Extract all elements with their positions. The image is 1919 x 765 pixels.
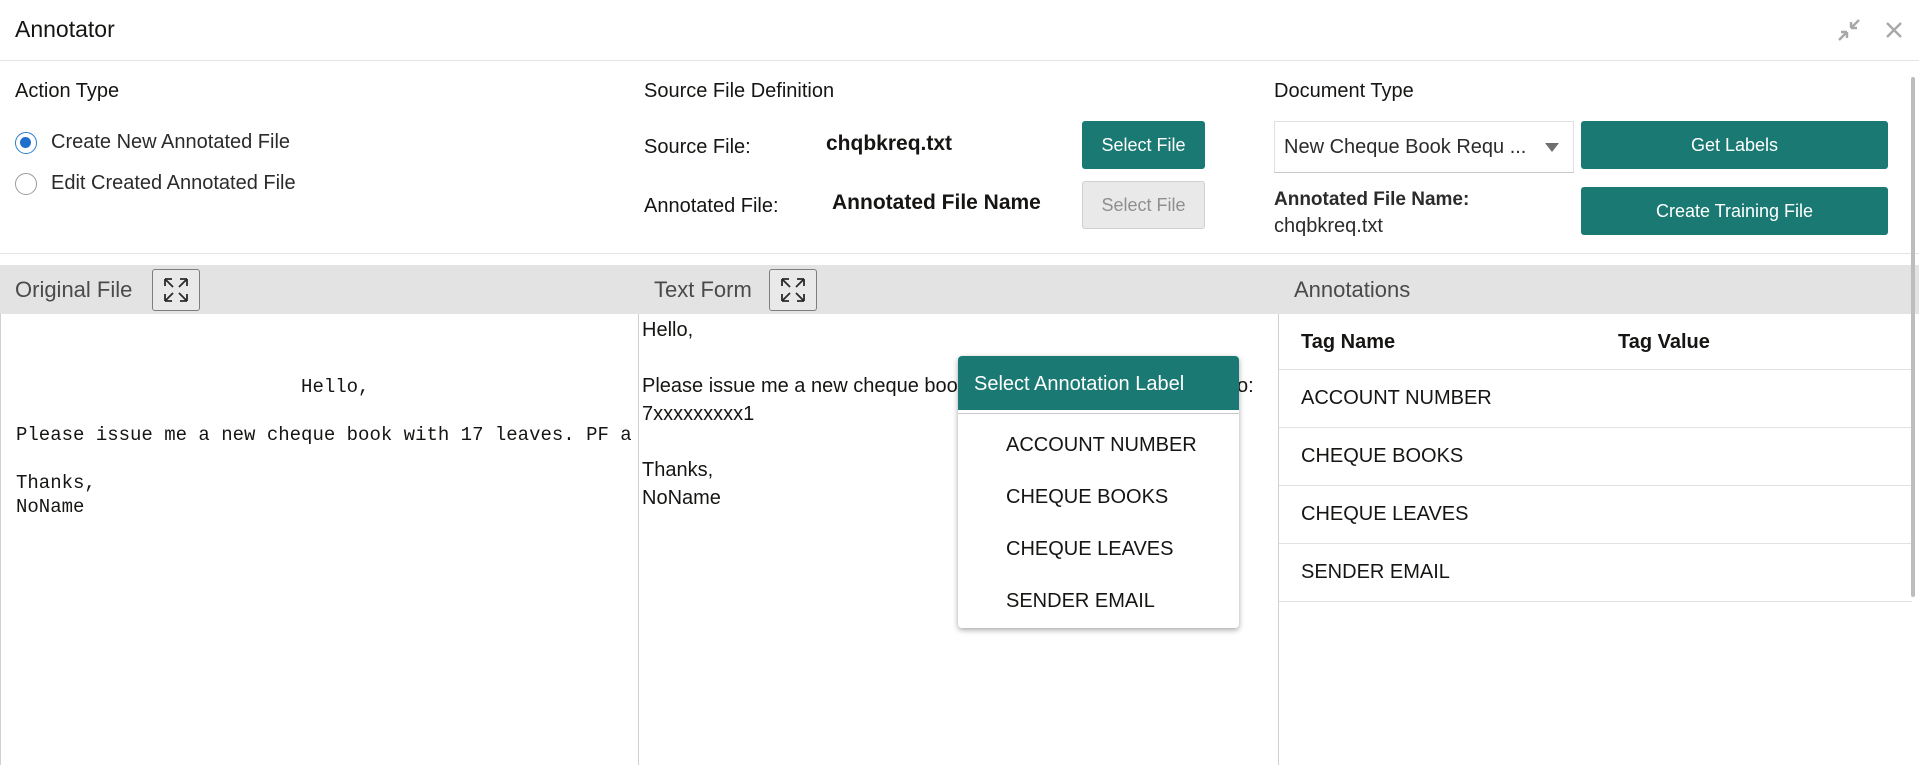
document-type-title: Document Type xyxy=(1274,80,1414,102)
text-line: NoName xyxy=(642,487,721,509)
radio-label-edit-created: Edit Created Annotated File xyxy=(51,172,296,194)
annotated-file-label: Annotated File: xyxy=(644,195,779,217)
original-line: Thanks, xyxy=(16,472,96,494)
radio-create-new[interactable]: Create New Annotated File xyxy=(15,131,290,154)
tag-name-cell: SENDER EMAIL xyxy=(1301,561,1450,583)
expand-original-button[interactable] xyxy=(152,269,200,311)
action-type-title: Action Type xyxy=(15,80,120,102)
window-title: Annotator xyxy=(15,16,115,42)
table-row[interactable]: ACCOUNT NUMBER xyxy=(1279,370,1912,428)
popup-title: Select Annotation Label xyxy=(958,356,1239,413)
annotations-title: Annotations xyxy=(1294,277,1411,302)
annotated-file-name-label: Annotated File Name: xyxy=(1274,189,1470,210)
chevron-down-icon xyxy=(1545,143,1559,152)
table-header: Tag Name Tag Value xyxy=(1279,314,1912,370)
popup-item-cheque-books[interactable]: CHEQUE BOOKS xyxy=(1006,486,1168,509)
document-type-selected: New Cheque Book Requ ... xyxy=(1284,136,1527,158)
original-line: Hello, xyxy=(16,376,370,398)
select-source-file-button[interactable]: Select File xyxy=(1082,121,1205,169)
original-file-panel: Hello, Please issue me a new cheque book… xyxy=(0,314,639,765)
expand-text-form-button[interactable] xyxy=(769,269,817,311)
table-row[interactable]: CHEQUE LEAVES xyxy=(1279,486,1912,544)
table-row[interactable]: SENDER EMAIL xyxy=(1279,544,1912,602)
radio-button-unchecked[interactable] xyxy=(15,172,37,195)
text-line: Thanks, xyxy=(642,459,714,481)
popup-divider xyxy=(958,413,1239,414)
tag-name-cell: CHEQUE BOOKS xyxy=(1301,445,1464,467)
close-icon[interactable] xyxy=(1881,17,1907,43)
text-form-title: Text Form xyxy=(654,277,752,302)
text-line[interactable]: Please issue me a new cheque boo xyxy=(642,375,958,398)
title-bar: Annotator xyxy=(0,0,1919,61)
text-line: Hello, xyxy=(642,319,694,341)
radio-button-checked[interactable] xyxy=(15,131,37,154)
annotation-label-popup: Select Annotation Label ACCOUNT NUMBER C… xyxy=(958,356,1239,628)
popup-item-sender-email[interactable]: SENDER EMAIL xyxy=(1006,590,1155,613)
tag-value-header[interactable]: Tag Value xyxy=(1618,331,1710,354)
annotated-file-value: Annotated File Name xyxy=(832,191,1041,214)
tag-name-cell: CHEQUE LEAVES xyxy=(1301,503,1469,525)
annotations-panel: Tag Name Tag Value ACCOUNT NUMBER CHEQUE… xyxy=(1279,314,1919,765)
source-file-definition-title: Source File Definition xyxy=(644,80,835,102)
radio-label-create-new: Create New Annotated File xyxy=(51,131,291,153)
annotations-table: Tag Name Tag Value ACCOUNT NUMBER CHEQUE… xyxy=(1279,314,1912,602)
popup-item-cheque-leaves[interactable]: CHEQUE LEAVES xyxy=(1006,538,1173,561)
document-type-select[interactable]: New Cheque Book Requ ... xyxy=(1274,121,1574,173)
expand-icon xyxy=(781,278,805,302)
get-labels-button[interactable]: Get Labels xyxy=(1581,121,1888,169)
select-annotated-file-button[interactable]: Select File xyxy=(1082,181,1205,229)
table-row[interactable]: CHEQUE BOOKS xyxy=(1279,428,1912,486)
source-file-value: chqbkreq.txt xyxy=(826,132,953,155)
source-file-label: Source File: xyxy=(644,136,751,158)
tag-name-header[interactable]: Tag Name xyxy=(1301,331,1395,354)
text-line-end[interactable]: o: xyxy=(1237,375,1254,398)
text-line[interactable]: 7xxxxxxxxx1 xyxy=(642,403,754,426)
tag-name-cell: ACCOUNT NUMBER xyxy=(1301,387,1492,409)
create-training-file-button[interactable]: Create Training File xyxy=(1581,187,1888,235)
radio-edit-created[interactable]: Edit Created Annotated File xyxy=(15,172,296,195)
panel-header-band: Original File Text Form Annotations xyxy=(0,265,1919,314)
original-line: NoName xyxy=(16,496,85,518)
original-file-title: Original File xyxy=(15,277,133,302)
vertical-scrollbar[interactable] xyxy=(1911,77,1915,597)
collapse-icon[interactable] xyxy=(1836,17,1862,43)
original-line: Please issue me a new cheque book with 1… xyxy=(16,424,632,446)
annotated-file-name-value: chqbkreq.txt xyxy=(1274,215,1383,237)
expand-icon xyxy=(164,278,188,302)
popup-item-account-number[interactable]: ACCOUNT NUMBER xyxy=(1006,434,1197,457)
